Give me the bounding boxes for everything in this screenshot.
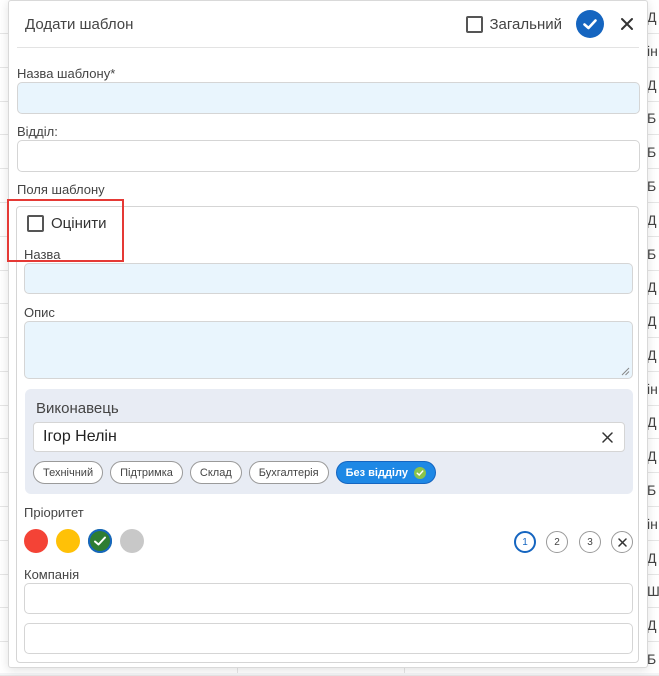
- table-cell: Д: [647, 617, 657, 633]
- company-label: Компанія: [24, 567, 80, 582]
- highlight-annotation: [7, 199, 124, 262]
- priority-color-green[interactable]: [88, 529, 112, 553]
- clear-priority-button[interactable]: [611, 531, 633, 553]
- close-icon: [601, 431, 613, 443]
- template-name-label: Назва шаблону*: [17, 66, 116, 81]
- assignee-value: Ігор Нелін: [43, 428, 117, 445]
- priority-color-yellow[interactable]: [56, 529, 80, 553]
- dialog-title: Додати шаблон: [25, 15, 134, 33]
- priority-level-button[interactable]: 1: [514, 531, 536, 553]
- table-cell: Б: [647, 110, 657, 126]
- extra-field-input[interactable]: [24, 623, 633, 654]
- table-cell: Б: [647, 178, 657, 194]
- check-icon: [94, 536, 106, 546]
- table-cell: Д: [647, 347, 657, 363]
- template-fields-label: Поля шаблону: [17, 182, 105, 197]
- assignee-panel: Виконавець Ігор Нелін Технічний Підтримка…: [25, 389, 633, 494]
- priority-level-button[interactable]: 2: [546, 531, 568, 553]
- general-label: Загальний: [489, 15, 563, 33]
- check-icon: [583, 19, 597, 30]
- assignee-title: Виконавець: [36, 400, 119, 417]
- assignee-input[interactable]: Ігор Нелін: [33, 422, 625, 452]
- table-cell: Д: [647, 279, 657, 295]
- department-chip[interactable]: Склад: [189, 461, 242, 484]
- table-cell: Д: [647, 448, 657, 464]
- general-checkbox[interactable]: [465, 15, 483, 33]
- description-label: Опис: [24, 305, 55, 320]
- dialog-header: Додати шаблон Загальний: [17, 1, 639, 48]
- close-icon: [621, 18, 633, 30]
- name-input[interactable]: [24, 263, 633, 294]
- department-label: Відділ:: [17, 124, 58, 139]
- department-chip[interactable]: Технічний: [33, 461, 104, 484]
- close-button[interactable]: [619, 16, 635, 32]
- priority-color-gray[interactable]: [120, 529, 144, 553]
- table-cell: Ш: [647, 583, 659, 599]
- table-cell: Д: [647, 414, 657, 430]
- table-cell: Б: [647, 144, 657, 160]
- department-chip[interactable]: Бухгалтерія: [248, 461, 329, 484]
- save-button[interactable]: [576, 10, 604, 38]
- department-chip[interactable]: Без відділу: [335, 461, 436, 484]
- department-select[interactable]: [17, 140, 640, 172]
- close-icon: [617, 537, 627, 547]
- department-chip-label: Підтримка: [120, 466, 173, 479]
- table-cell: ін: [647, 516, 658, 532]
- template-name-input[interactable]: [17, 82, 640, 114]
- company-select[interactable]: [24, 583, 633, 614]
- table-cell: Д: [647, 9, 657, 25]
- department-chip-label: Бухгалтерія: [258, 466, 319, 479]
- priority-label: Пріоритет: [24, 505, 84, 520]
- table-cell: ін: [647, 381, 658, 397]
- table-cell: Б: [647, 246, 657, 262]
- check-icon: [413, 466, 426, 479]
- priority-level-button[interactable]: 3: [579, 531, 601, 553]
- department-chips: Технічний Підтримка Склад Бухгалтерія Без ві…: [33, 461, 443, 484]
- resize-handle-icon[interactable]: [621, 367, 630, 376]
- table-cell: Д: [647, 313, 657, 329]
- table-cell: ін: [647, 43, 658, 59]
- description-textarea[interactable]: [24, 321, 633, 379]
- table-cell: Б: [647, 651, 657, 667]
- priority-color-red[interactable]: [24, 529, 48, 553]
- table-cell: Д: [647, 550, 657, 566]
- table-cell: Б: [647, 482, 657, 498]
- department-chip-label: Склад: [199, 466, 232, 479]
- department-chip[interactable]: Підтримка: [110, 461, 183, 484]
- table-cell: Д: [647, 212, 657, 228]
- table-cell: Д: [647, 77, 657, 93]
- department-chip-label: Технічний: [43, 466, 94, 479]
- clear-assignee-button[interactable]: [600, 430, 614, 444]
- general-toggle[interactable]: Загальний: [465, 15, 563, 33]
- department-chip-label: Без відділу: [345, 466, 408, 479]
- add-template-dialog: Додати шаблон Загальний Назва шаблону* В…: [8, 0, 648, 668]
